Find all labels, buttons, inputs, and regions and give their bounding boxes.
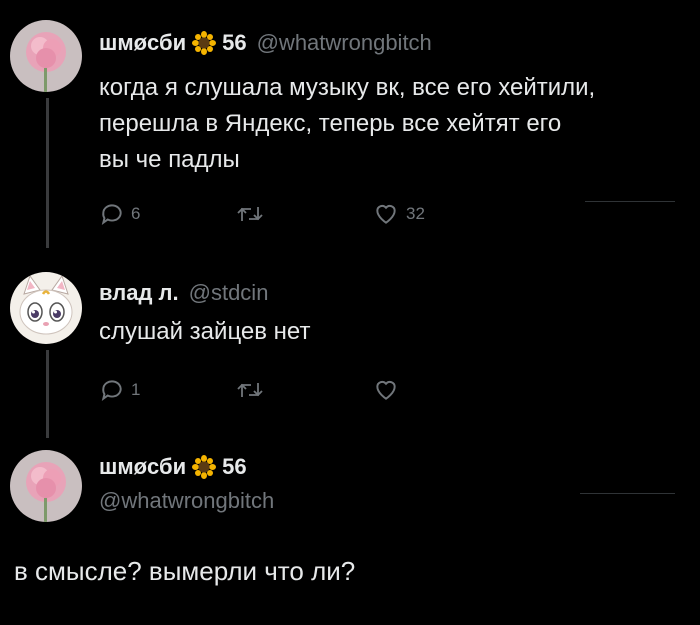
avatar[interactable] bbox=[10, 20, 82, 92]
retweet-button[interactable] bbox=[236, 201, 264, 227]
reply-button[interactable]: 1 bbox=[99, 377, 140, 403]
retweet-icon bbox=[237, 383, 263, 397]
tweet-text-line: когда я слушала музыку вк, все его хейти… bbox=[99, 74, 596, 101]
author-name[interactable]: шмøсби bbox=[99, 454, 186, 480]
tweet-2: влад л. @stdcin слушай зайцев нет 1 bbox=[0, 250, 700, 450]
flower-avatar-image bbox=[10, 20, 82, 92]
author-name[interactable]: шмøсби bbox=[99, 30, 186, 56]
tweet-header: шмøсби 56 @whatwrongbitch bbox=[99, 30, 432, 56]
flower-avatar-image bbox=[10, 450, 82, 522]
tweet-text-line: вы че падлы bbox=[99, 146, 240, 173]
badge-count: 56 bbox=[222, 454, 247, 479]
tweet-text-line: слушай зайцев нет bbox=[99, 318, 311, 345]
sunflower-icon bbox=[192, 31, 217, 55]
thread-line bbox=[46, 98, 49, 248]
tweet-text: в смысле? вымерли что ли? bbox=[14, 553, 355, 589]
reply-count: 1 bbox=[131, 380, 141, 399]
like-count: 32 bbox=[406, 204, 425, 223]
tweet-text: когда я слушала музыку вк, все его хейти… bbox=[99, 70, 595, 178]
avatar[interactable] bbox=[10, 272, 82, 344]
retweet-button[interactable] bbox=[236, 377, 264, 403]
divider bbox=[585, 201, 675, 202]
reply-button[interactable]: 6 bbox=[99, 201, 140, 227]
like-icon bbox=[376, 380, 396, 400]
tweet-header: влад л. @stdcin bbox=[99, 280, 268, 306]
thread-line bbox=[46, 350, 49, 438]
sunflower-icon bbox=[192, 455, 217, 479]
cat-avatar-image bbox=[10, 272, 82, 344]
divider bbox=[580, 493, 675, 494]
avatar[interactable] bbox=[10, 450, 82, 522]
retweet-icon bbox=[237, 207, 263, 221]
like-button[interactable]: 32 bbox=[372, 201, 425, 227]
author-name[interactable]: влад л. bbox=[99, 280, 179, 306]
badge-count: 56 bbox=[222, 30, 247, 55]
author-handle[interactable]: @whatwrongbitch bbox=[99, 488, 274, 514]
tweet-text: слушай зайцев нет bbox=[99, 314, 310, 350]
tweet-text-line: в смысле? вымерли что ли? bbox=[14, 556, 356, 586]
tweet-header: шмøсби 56 bbox=[99, 454, 247, 480]
author-handle[interactable]: @stdcin bbox=[189, 280, 269, 306]
reply-count: 6 bbox=[131, 204, 141, 223]
tweet-3: шмøсби 56 @whatwrongbitch в смысле? выме… bbox=[0, 450, 700, 625]
reply-icon bbox=[101, 380, 122, 402]
reply-icon bbox=[101, 204, 122, 226]
tweet-subheader: @whatwrongbitch bbox=[89, 488, 274, 514]
author-handle[interactable]: @whatwrongbitch bbox=[257, 30, 432, 56]
like-button[interactable] bbox=[372, 377, 400, 403]
tweet-1: шмøсби 56 @whatwrongbitch когда я слушал… bbox=[0, 0, 700, 250]
tweet-text-line: перешла в Яндекс, теперь все хейтят его bbox=[99, 110, 562, 137]
like-icon bbox=[376, 204, 396, 224]
